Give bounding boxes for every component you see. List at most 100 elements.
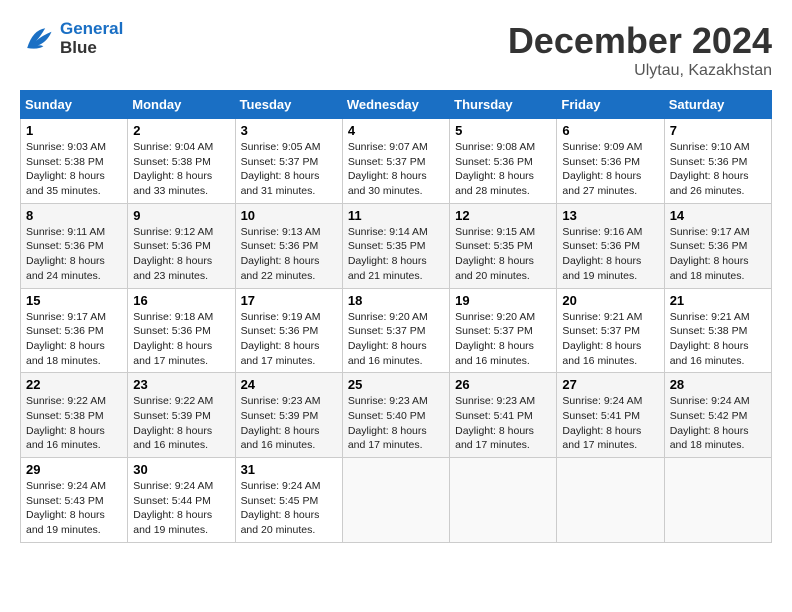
calendar-cell: 5 Sunrise: 9:08 AM Sunset: 5:36 PM Daylig… (450, 119, 557, 204)
week-row-4: 22 Sunrise: 9:22 AM Sunset: 5:38 PM Dayli… (21, 373, 772, 458)
day-number: 10 (241, 208, 337, 223)
calendar-cell (342, 458, 449, 543)
day-number: 9 (133, 208, 229, 223)
dow-header-tuesday: Tuesday (235, 91, 342, 119)
day-info: Sunrise: 9:10 AM Sunset: 5:36 PM Dayligh… (670, 140, 766, 199)
calendar-cell: 30 Sunrise: 9:24 AM Sunset: 5:44 PM Dayli… (128, 458, 235, 543)
calendar-cell: 20 Sunrise: 9:21 AM Sunset: 5:37 PM Dayli… (557, 288, 664, 373)
day-number: 15 (26, 293, 122, 308)
day-number: 1 (26, 123, 122, 138)
calendar-cell: 1 Sunrise: 9:03 AM Sunset: 5:38 PM Daylig… (21, 119, 128, 204)
day-number: 23 (133, 377, 229, 392)
calendar-cell (450, 458, 557, 543)
calendar-cell: 15Sunrise: 9:17 AM Sunset: 5:36 PM Dayli… (21, 288, 128, 373)
day-number: 26 (455, 377, 551, 392)
day-number: 3 (241, 123, 337, 138)
day-info: Sunrise: 9:23 AM Sunset: 5:41 PM Dayligh… (455, 394, 551, 453)
calendar-cell: 6 Sunrise: 9:09 AM Sunset: 5:36 PM Daylig… (557, 119, 664, 204)
day-info: Sunrise: 9:21 AM Sunset: 5:38 PM Dayligh… (670, 310, 766, 369)
day-number: 20 (562, 293, 658, 308)
day-info: Sunrise: 9:12 AM Sunset: 5:36 PM Dayligh… (133, 225, 229, 284)
calendar-cell: 26 Sunrise: 9:23 AM Sunset: 5:41 PM Dayli… (450, 373, 557, 458)
day-info: Sunrise: 9:24 AM Sunset: 5:42 PM Dayligh… (670, 394, 766, 453)
calendar-cell: 24Sunrise: 9:23 AM Sunset: 5:39 PM Dayli… (235, 373, 342, 458)
day-info: Sunrise: 9:24 AM Sunset: 5:43 PM Dayligh… (26, 479, 122, 538)
day-number: 17 (241, 293, 337, 308)
calendar-cell: 8 Sunrise: 9:11 AM Sunset: 5:36 PM Daylig… (21, 203, 128, 288)
calendar-cell: 21 Sunrise: 9:21 AM Sunset: 5:38 PM Dayli… (664, 288, 771, 373)
day-number: 8 (26, 208, 122, 223)
week-row-1: 1 Sunrise: 9:03 AM Sunset: 5:38 PM Daylig… (21, 119, 772, 204)
day-info: Sunrise: 9:23 AM Sunset: 5:40 PM Dayligh… (348, 394, 444, 453)
calendar-cell: 19 Sunrise: 9:20 AM Sunset: 5:37 PM Dayli… (450, 288, 557, 373)
calendar-cell: 25Sunrise: 9:23 AM Sunset: 5:40 PM Dayli… (342, 373, 449, 458)
calendar-cell: 12Sunrise: 9:15 AM Sunset: 5:35 PM Dayli… (450, 203, 557, 288)
day-number: 6 (562, 123, 658, 138)
month-title: December 2024 (508, 20, 772, 62)
day-info: Sunrise: 9:13 AM Sunset: 5:36 PM Dayligh… (241, 225, 337, 284)
day-info: Sunrise: 9:04 AM Sunset: 5:38 PM Dayligh… (133, 140, 229, 199)
calendar-cell: 7 Sunrise: 9:10 AM Sunset: 5:36 PM Daylig… (664, 119, 771, 204)
day-info: Sunrise: 9:07 AM Sunset: 5:37 PM Dayligh… (348, 140, 444, 199)
calendar-cell: 31 Sunrise: 9:24 AM Sunset: 5:45 PM Dayli… (235, 458, 342, 543)
day-info: Sunrise: 9:08 AM Sunset: 5:36 PM Dayligh… (455, 140, 551, 199)
logo-text: General Blue (60, 20, 123, 57)
calendar-cell: 27Sunrise: 9:24 AM Sunset: 5:41 PM Dayli… (557, 373, 664, 458)
day-info: Sunrise: 9:17 AM Sunset: 5:36 PM Dayligh… (670, 225, 766, 284)
day-number: 19 (455, 293, 551, 308)
week-row-3: 15Sunrise: 9:17 AM Sunset: 5:36 PM Dayli… (21, 288, 772, 373)
day-info: Sunrise: 9:03 AM Sunset: 5:38 PM Dayligh… (26, 140, 122, 199)
dow-header-thursday: Thursday (450, 91, 557, 119)
day-info: Sunrise: 9:05 AM Sunset: 5:37 PM Dayligh… (241, 140, 337, 199)
calendar-cell: 10 Sunrise: 9:13 AM Sunset: 5:36 PM Dayli… (235, 203, 342, 288)
day-number: 31 (241, 462, 337, 477)
day-info: Sunrise: 9:24 AM Sunset: 5:44 PM Dayligh… (133, 479, 229, 538)
day-info: Sunrise: 9:24 AM Sunset: 5:45 PM Dayligh… (241, 479, 337, 538)
calendar-cell (557, 458, 664, 543)
calendar-cell: 14 Sunrise: 9:17 AM Sunset: 5:36 PM Dayli… (664, 203, 771, 288)
day-info: Sunrise: 9:11 AM Sunset: 5:36 PM Dayligh… (26, 225, 122, 284)
day-info: Sunrise: 9:22 AM Sunset: 5:39 PM Dayligh… (133, 394, 229, 453)
calendar-table: SundayMondayTuesdayWednesdayThursdayFrid… (20, 90, 772, 543)
day-number: 14 (670, 208, 766, 223)
day-number: 11 (348, 208, 444, 223)
day-info: Sunrise: 9:19 AM Sunset: 5:36 PM Dayligh… (241, 310, 337, 369)
day-info: Sunrise: 9:21 AM Sunset: 5:37 PM Dayligh… (562, 310, 658, 369)
calendar-cell (664, 458, 771, 543)
day-number: 5 (455, 123, 551, 138)
calendar-cell: 11Sunrise: 9:14 AM Sunset: 5:35 PM Dayli… (342, 203, 449, 288)
calendar-cell: 23 Sunrise: 9:22 AM Sunset: 5:39 PM Dayli… (128, 373, 235, 458)
dow-header-sunday: Sunday (21, 91, 128, 119)
day-info: Sunrise: 9:20 AM Sunset: 5:37 PM Dayligh… (348, 310, 444, 369)
day-number: 22 (26, 377, 122, 392)
dow-header-monday: Monday (128, 91, 235, 119)
day-number: 2 (133, 123, 229, 138)
day-number: 30 (133, 462, 229, 477)
day-info: Sunrise: 9:20 AM Sunset: 5:37 PM Dayligh… (455, 310, 551, 369)
day-number: 7 (670, 123, 766, 138)
day-info: Sunrise: 9:22 AM Sunset: 5:38 PM Dayligh… (26, 394, 122, 453)
dow-header-friday: Friday (557, 91, 664, 119)
calendar-cell: 28Sunrise: 9:24 AM Sunset: 5:42 PM Dayli… (664, 373, 771, 458)
week-row-2: 8 Sunrise: 9:11 AM Sunset: 5:36 PM Daylig… (21, 203, 772, 288)
day-info: Sunrise: 9:16 AM Sunset: 5:36 PM Dayligh… (562, 225, 658, 284)
calendar-cell: 17 Sunrise: 9:19 AM Sunset: 5:36 PM Dayli… (235, 288, 342, 373)
day-number: 21 (670, 293, 766, 308)
title-area: December 2024 Ulytau, Kazakhstan (508, 20, 772, 80)
calendar-cell: 22 Sunrise: 9:22 AM Sunset: 5:38 PM Dayli… (21, 373, 128, 458)
day-number: 13 (562, 208, 658, 223)
day-info: Sunrise: 9:09 AM Sunset: 5:36 PM Dayligh… (562, 140, 658, 199)
day-info: Sunrise: 9:23 AM Sunset: 5:39 PM Dayligh… (241, 394, 337, 453)
calendar-cell: 3 Sunrise: 9:05 AM Sunset: 5:37 PM Daylig… (235, 119, 342, 204)
calendar-cell: 13 Sunrise: 9:16 AM Sunset: 5:36 PM Dayli… (557, 203, 664, 288)
calendar-cell: 18Sunrise: 9:20 AM Sunset: 5:37 PM Dayli… (342, 288, 449, 373)
calendar-cell: 9 Sunrise: 9:12 AM Sunset: 5:36 PM Daylig… (128, 203, 235, 288)
day-of-week-row: SundayMondayTuesdayWednesdayThursdayFrid… (21, 91, 772, 119)
day-number: 29 (26, 462, 122, 477)
location-title: Ulytau, Kazakhstan (508, 62, 772, 80)
calendar-cell: 16Sunrise: 9:18 AM Sunset: 5:36 PM Dayli… (128, 288, 235, 373)
week-row-5: 29 Sunrise: 9:24 AM Sunset: 5:43 PM Dayli… (21, 458, 772, 543)
logo: General Blue (20, 20, 123, 57)
calendar-cell: 4Sunrise: 9:07 AM Sunset: 5:37 PM Daylig… (342, 119, 449, 204)
calendar-cell: 29 Sunrise: 9:24 AM Sunset: 5:43 PM Dayli… (21, 458, 128, 543)
